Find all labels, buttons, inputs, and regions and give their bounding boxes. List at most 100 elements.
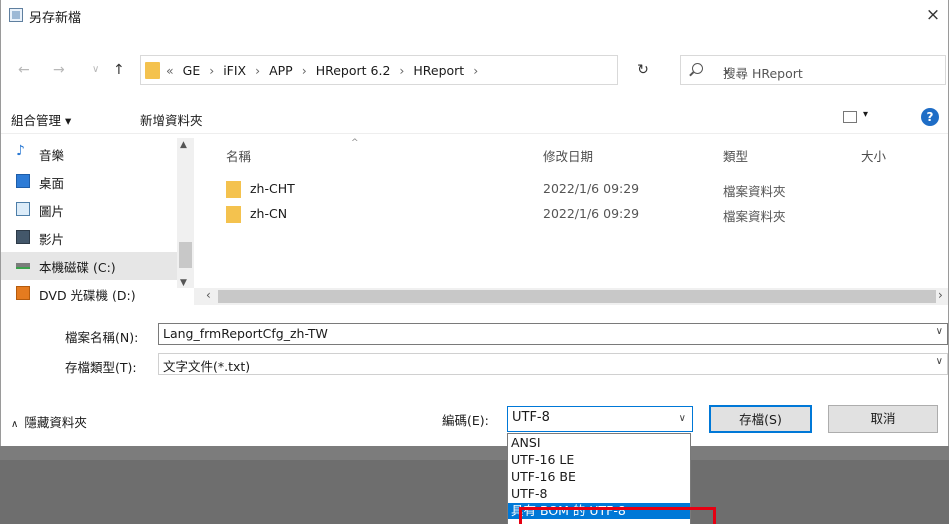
search-icon <box>692 63 703 74</box>
column-header-type[interactable]: 類型 <box>723 146 748 165</box>
nav-item-label: 本機磁碟 (C:) <box>39 260 116 275</box>
encoding-value: UTF-8 <box>512 410 550 425</box>
file-type: 檔案資料夾 <box>723 209 786 224</box>
highlight-box <box>519 507 716 524</box>
scroll-up-icon[interactable]: ▲ <box>180 140 187 150</box>
breadcrumb[interactable]: « GE › iFIX › APP › HReport 6.2 › HRepor… <box>166 63 483 78</box>
encoding-option-utf16le[interactable]: UTF-16 LE <box>508 452 690 468</box>
desktop-icon <box>16 174 30 188</box>
breadcrumb-item[interactable]: HReport 6.2 <box>316 63 391 78</box>
breadcrumb-separator[interactable]: › <box>302 63 307 78</box>
drive-icon <box>16 263 30 269</box>
nav-item-label: 影片 <box>39 232 65 247</box>
file-name: zh-CN <box>250 206 288 221</box>
file-list-scrollbar[interactable]: ‹ › <box>194 288 948 305</box>
breadcrumb-overflow[interactable]: « <box>166 63 174 78</box>
filename-input[interactable]: Lang_frmReportCfg_zh-TW ∨ <box>158 323 948 345</box>
file-name: zh-CHT <box>250 181 295 196</box>
breadcrumb-item[interactable]: HReport <box>413 63 464 78</box>
pictures-icon <box>16 202 30 216</box>
column-header-modified[interactable]: 修改日期 <box>543 146 593 165</box>
file-modified: 2022/1/6 09:29 <box>543 181 640 196</box>
music-icon: ♪ <box>16 143 25 159</box>
address-bar[interactable]: « GE › iFIX › APP › HReport 6.2 › HRepor… <box>140 55 731 85</box>
chevron-down-icon[interactable]: ▾ <box>863 109 868 120</box>
file-modified: 2022/1/6 09:29 <box>543 206 640 221</box>
encoding-option-utf8[interactable]: UTF-8 <box>508 486 690 502</box>
search-placeholder: 搜尋 HReport <box>723 66 803 81</box>
scroll-right-icon[interactable]: › <box>938 288 943 302</box>
nav-item-desktop[interactable]: 桌面 <box>1 168 177 196</box>
hide-folders-toggle[interactable]: ∧ 隱藏資料夾 <box>11 412 87 431</box>
save-button[interactable]: 存檔(S) <box>709 405 812 433</box>
column-header-name[interactable]: 名稱 <box>226 146 251 165</box>
help-icon[interactable]: ? <box>921 108 939 126</box>
breadcrumb-separator[interactable]: › <box>399 63 404 78</box>
scrollbar-thumb[interactable] <box>218 290 936 303</box>
command-toolbar: 組合管理 ▾ 新增資料夾 ▾ ? <box>1 104 948 134</box>
filetype-value: 文字文件(*.txt) <box>163 359 251 374</box>
cancel-button[interactable]: 取消 <box>828 405 938 433</box>
folder-icon <box>145 62 160 79</box>
breadcrumb-item[interactable]: APP <box>269 63 293 78</box>
nav-item-label: 圖片 <box>39 204 65 219</box>
nav-item-local-disk[interactable]: 本機磁碟 (C:) <box>1 252 177 280</box>
new-folder-button[interactable]: 新增資料夾 <box>140 110 203 129</box>
file-list: ^ 名稱 修改日期 類型 大小 zh-CHT 2022/1/6 09:29 檔案… <box>194 138 948 288</box>
refresh-icon[interactable]: ↻ <box>623 55 663 85</box>
organize-menu[interactable]: 組合管理 ▾ <box>11 110 71 129</box>
dvd-icon <box>16 286 30 300</box>
filetype-select[interactable]: 文字文件(*.txt) ∨ <box>158 353 948 375</box>
navigation-pane: ♪ 音樂 桌面 圖片 影片 本機磁碟 (C:) DVD 光碟機 (D:) ▲ ▼ <box>1 138 194 306</box>
background-area <box>0 446 949 460</box>
nav-item-label: 桌面 <box>39 176 65 191</box>
nav-item-label: DVD 光碟機 (D:) <box>39 288 136 302</box>
nav-pane-scrollbar[interactable]: ▲ ▼ <box>177 138 194 288</box>
navigation-row: ← → ∨ ↑ « GE › iFIX › APP › HReport 6.2 … <box>1 54 948 88</box>
encoding-option-utf16be[interactable]: UTF-16 BE <box>508 469 690 485</box>
back-arrow-icon[interactable]: ← <box>18 62 30 78</box>
encoding-label: 編碼(E): <box>442 413 489 428</box>
nav-item-label: 音樂 <box>39 148 65 163</box>
nav-item-dvd-drive[interactable]: DVD 光碟機 (D:) <box>1 280 177 302</box>
chevron-down-icon[interactable]: ∨ <box>936 326 943 337</box>
scroll-left-icon[interactable]: ‹ <box>206 288 211 302</box>
breadcrumb-separator[interactable]: › <box>473 63 478 78</box>
sort-ascending-icon: ^ <box>351 138 359 148</box>
save-as-dialog: 另存新檔 × ← → ∨ ↑ « GE › iFIX › APP › HRepo… <box>0 0 949 446</box>
column-header-size[interactable]: 大小 <box>861 146 886 165</box>
up-arrow-icon[interactable]: ↑ <box>113 62 125 78</box>
encoding-select[interactable]: UTF-8 ∨ <box>507 406 693 432</box>
chevron-down-icon[interactable]: ∨ <box>679 413 686 424</box>
chevron-down-icon[interactable]: ∨ <box>936 356 943 367</box>
title-bar: 另存新檔 × <box>1 0 948 30</box>
breadcrumb-item[interactable]: GE <box>183 63 201 78</box>
nav-item-videos[interactable]: 影片 <box>1 224 177 252</box>
breadcrumb-separator[interactable]: › <box>255 63 260 78</box>
filename-value: Lang_frmReportCfg_zh-TW <box>163 326 328 341</box>
nav-item-pictures[interactable]: 圖片 <box>1 196 177 224</box>
view-options-icon[interactable] <box>843 111 857 123</box>
forward-arrow-icon[interactable]: → <box>53 62 65 78</box>
folder-icon <box>226 181 241 198</box>
filetype-label: 存檔類型(T): <box>65 360 137 375</box>
videos-icon <box>16 230 30 244</box>
filename-label: 檔案名稱(N): <box>65 330 139 345</box>
close-button[interactable]: × <box>920 0 946 30</box>
table-row[interactable]: zh-CHT 2022/1/6 09:29 檔案資料夾 <box>194 178 948 200</box>
hide-folders-label: 隱藏資料夾 <box>24 415 87 430</box>
breadcrumb-separator[interactable]: › <box>209 63 214 78</box>
scrollbar-thumb[interactable] <box>179 242 192 268</box>
window-title: 另存新檔 <box>29 11 82 26</box>
recent-locations-icon[interactable]: ∨ <box>92 64 99 75</box>
encoding-option-ansi[interactable]: ANSI <box>508 435 690 451</box>
scroll-down-icon[interactable]: ▼ <box>180 278 187 288</box>
notepad-icon <box>9 8 23 22</box>
folder-icon <box>226 206 241 223</box>
nav-item-music[interactable]: ♪ 音樂 <box>1 140 177 168</box>
chevron-up-icon: ∧ <box>11 419 19 430</box>
table-row[interactable]: zh-CN 2022/1/6 09:29 檔案資料夾 <box>194 203 948 225</box>
search-input[interactable]: 搜尋 HReport <box>680 55 946 85</box>
breadcrumb-item[interactable]: iFIX <box>223 63 246 78</box>
file-type: 檔案資料夾 <box>723 184 786 199</box>
